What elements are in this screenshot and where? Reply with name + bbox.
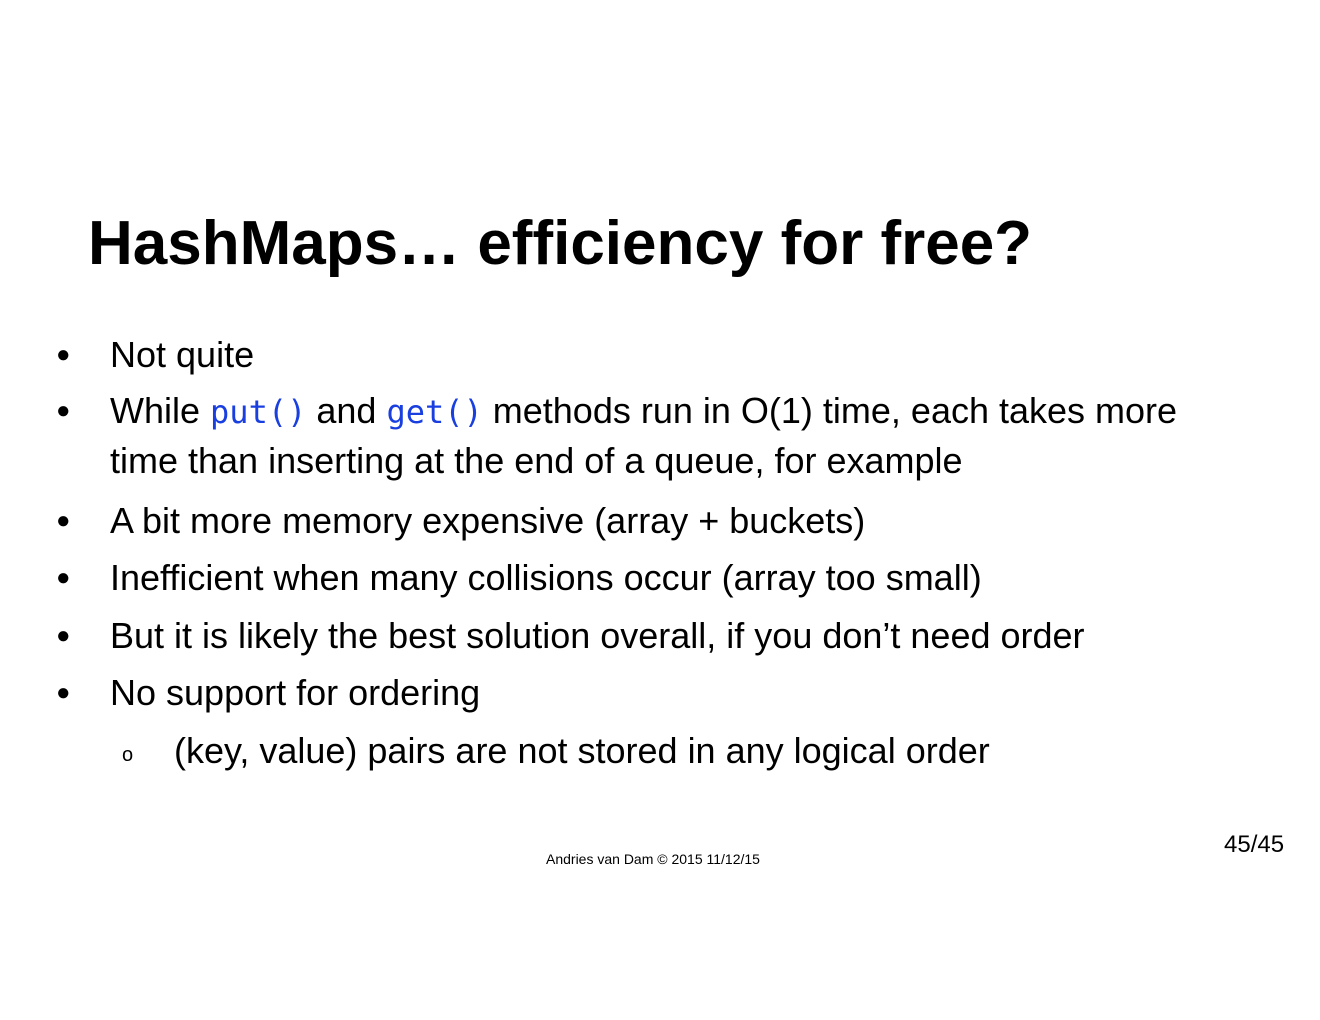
bullet-marker: ● xyxy=(56,564,71,591)
bullet-text-segment: methods run in O(1) time, each takes mor… xyxy=(482,390,1178,431)
bullet-text: Inefficient when many collisions occur (… xyxy=(110,557,982,598)
bullet-marker: ● xyxy=(56,341,71,368)
bullet-text: While put() and get() methods run in O(1… xyxy=(110,386,1177,437)
sub-bullet-text: (key, value) pairs are not stored in any… xyxy=(174,730,990,771)
bullet-text: But it is likely the best solution overa… xyxy=(110,615,1085,656)
bullet-marker: ● xyxy=(56,507,71,534)
bullet-marker: ● xyxy=(56,622,71,649)
slide-title: HashMaps… efficiency for free? xyxy=(88,209,1033,278)
bullet-text: Not quite xyxy=(110,334,255,375)
bullet-text-segment: and xyxy=(306,390,387,431)
sub-bullet-marker: o xyxy=(122,744,134,766)
bullet-text-continuation: time than inserting at the end of a queu… xyxy=(110,440,963,481)
bullet-marker: ● xyxy=(56,679,71,706)
code-get: get() xyxy=(386,393,483,431)
bullet-text: A bit more memory expensive (array + buc… xyxy=(110,500,866,541)
page-number: 45/45 xyxy=(1224,831,1285,858)
bullet-marker: ● xyxy=(56,397,71,424)
bullet-text: No support for ordering xyxy=(110,672,481,713)
bullet-text-segment: While xyxy=(110,390,211,431)
code-put: put() xyxy=(210,393,307,431)
footer-credit: Andries van Dam © 2015 11/12/15 xyxy=(546,851,760,867)
